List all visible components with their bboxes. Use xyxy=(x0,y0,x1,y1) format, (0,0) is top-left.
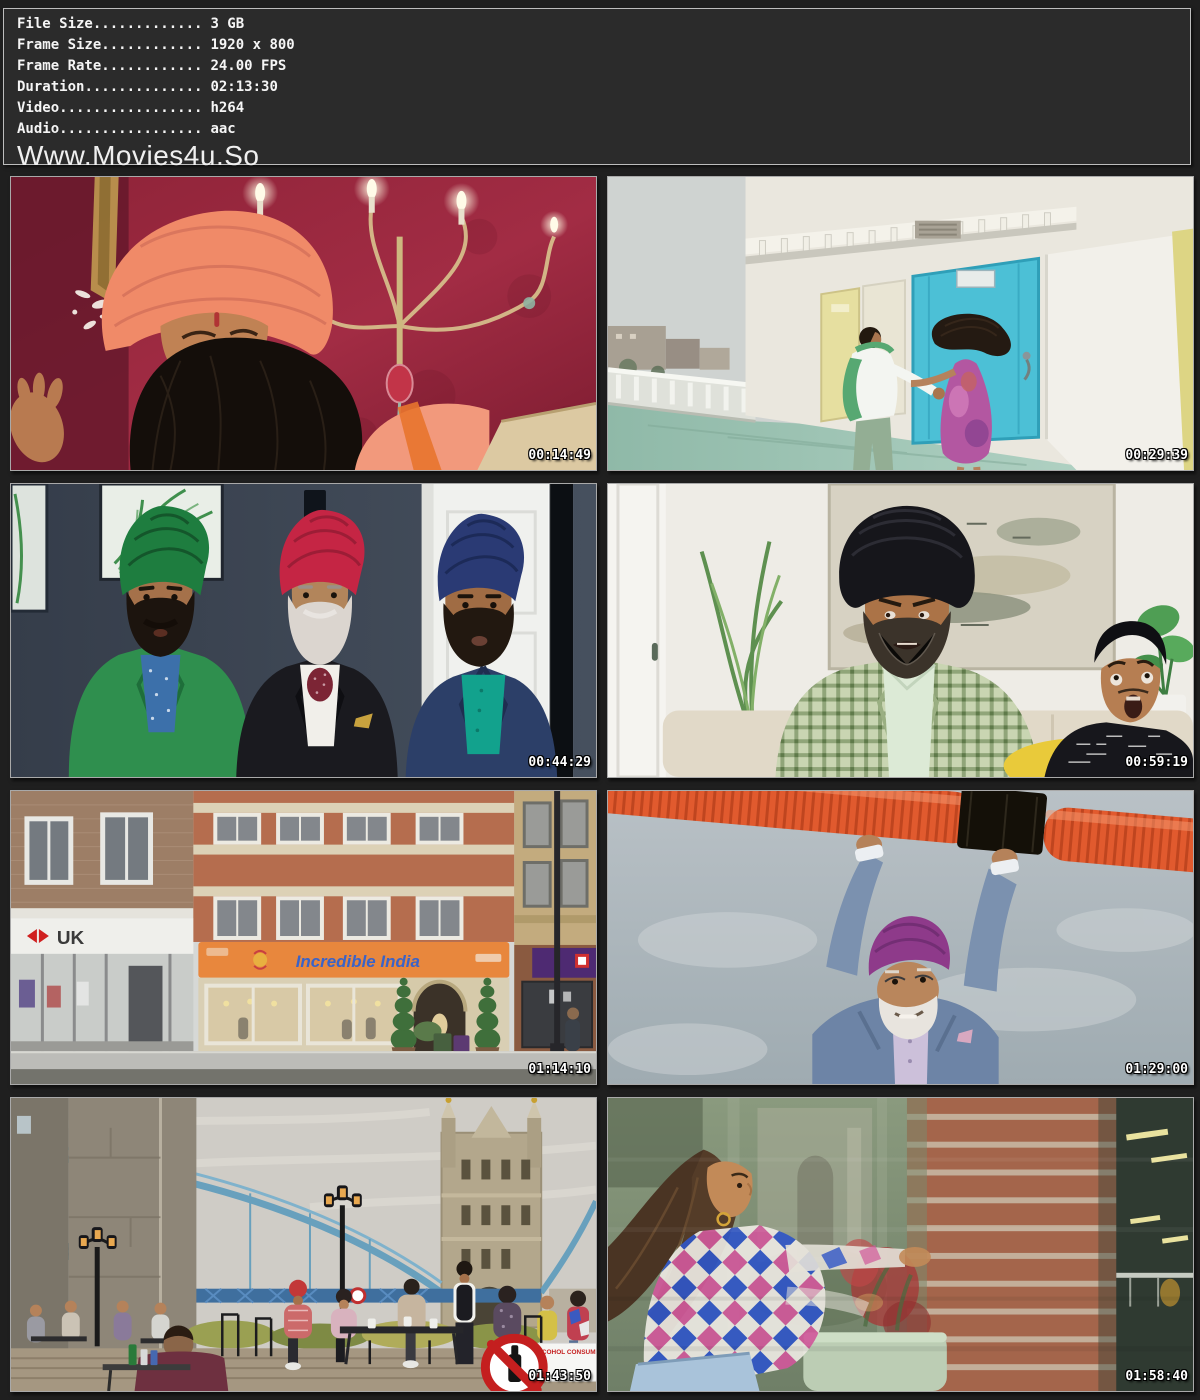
bridge-deck-railing xyxy=(195,1289,541,1303)
screenshot-thumbnail-7: ALCOHOL CONSUMPTION IS INJURIO 01:43:50 xyxy=(10,1097,597,1392)
info-value: 3 GB xyxy=(210,16,244,32)
screenshot-thumbnail-4: 00:59:19 xyxy=(607,483,1194,778)
site-watermark: Www.Movies4u.So xyxy=(17,140,1190,171)
still-running-woman xyxy=(608,1098,1193,1391)
info-row-video: Video................. h264 xyxy=(17,98,1190,119)
still-living-room xyxy=(608,484,1193,777)
left-building: UK xyxy=(11,791,193,1051)
still-three-men xyxy=(11,484,596,777)
info-row-filesize: File Size............. 3 GB xyxy=(17,14,1190,35)
screenshot-thumbnail-6: 01:29:00 xyxy=(607,790,1194,1085)
screenshot-thumbnail-2: 00:29:39 xyxy=(607,176,1194,471)
info-label: File Size xyxy=(17,16,93,32)
info-label: Frame Rate xyxy=(17,58,101,74)
timestamp-overlay: 00:14:49 xyxy=(528,448,591,463)
screenshot-thumbnail-1: 00:14:49 xyxy=(10,176,597,471)
dot-leader: ................. xyxy=(59,121,202,137)
info-label: Audio xyxy=(17,121,59,137)
screenshot-thumbnail-3: 00:44:29 xyxy=(10,483,597,778)
street-lamp-pole xyxy=(554,791,560,1051)
bank-fascia xyxy=(11,918,193,954)
door-frame xyxy=(608,484,666,777)
still-hanging-pipe xyxy=(608,791,1193,1084)
info-row-framesize: Frame Size............ 1920 x 800 xyxy=(17,35,1190,56)
still-beach-huts xyxy=(608,177,1193,470)
info-value: 02:13:30 xyxy=(210,79,277,95)
still-tower-bridge-cafe: ALCOHOL CONSUMPTION IS INJURIO xyxy=(11,1098,596,1391)
screenshot-thumbnail-5: UK xyxy=(10,790,597,1085)
info-label: Frame Size xyxy=(17,37,101,53)
dot-leader: ................. xyxy=(59,100,202,116)
info-label: Video xyxy=(17,100,59,116)
info-row-duration: Duration.............. 02:13:30 xyxy=(17,77,1190,98)
still-street-scene: UK xyxy=(11,791,596,1084)
info-label: Duration xyxy=(17,79,84,95)
timestamp-overlay: 01:58:40 xyxy=(1125,1369,1188,1384)
timestamp-overlay: 00:44:29 xyxy=(528,755,591,770)
screenshot-thumbnail-8: 01:58:40 xyxy=(607,1097,1194,1392)
dot-leader: ............. xyxy=(93,16,203,32)
dot-leader: .............. xyxy=(84,79,202,95)
info-value: aac xyxy=(210,121,235,137)
timestamp-overlay: 00:59:19 xyxy=(1125,755,1188,770)
media-info-sheet: File Size............. 3 GB Frame Size...… xyxy=(0,0,1200,1400)
restaurant-sign-text: Incredible India xyxy=(296,952,420,971)
screenshot-grid: 00:14:49 xyxy=(10,176,1194,1392)
info-row-framerate: Frame Rate............ 24.00 FPS xyxy=(17,56,1190,77)
still-sadhu-closeup xyxy=(11,177,596,470)
bank-sign-text: UK xyxy=(57,928,85,949)
timestamp-overlay: 01:29:00 xyxy=(1125,1062,1188,1077)
timestamp-overlay: 01:43:50 xyxy=(528,1369,591,1384)
road xyxy=(11,1069,596,1084)
info-value: 24.00 FPS xyxy=(210,58,286,74)
media-info-panel: File Size............. 3 GB Frame Size...… xyxy=(3,8,1191,165)
pavement xyxy=(11,1051,596,1069)
timestamp-overlay: 00:29:39 xyxy=(1125,448,1188,463)
incredible-india-building: Incredible India xyxy=(193,791,514,1067)
info-row-audio: Audio................. aac xyxy=(17,119,1190,140)
info-value: h264 xyxy=(210,100,244,116)
stone-pillar xyxy=(69,1098,197,1351)
dot-leader: ............ xyxy=(101,58,202,74)
dot-leader: ............ xyxy=(101,37,202,53)
timestamp-overlay: 01:14:10 xyxy=(528,1062,591,1077)
info-value: 1920 x 800 xyxy=(210,37,294,53)
